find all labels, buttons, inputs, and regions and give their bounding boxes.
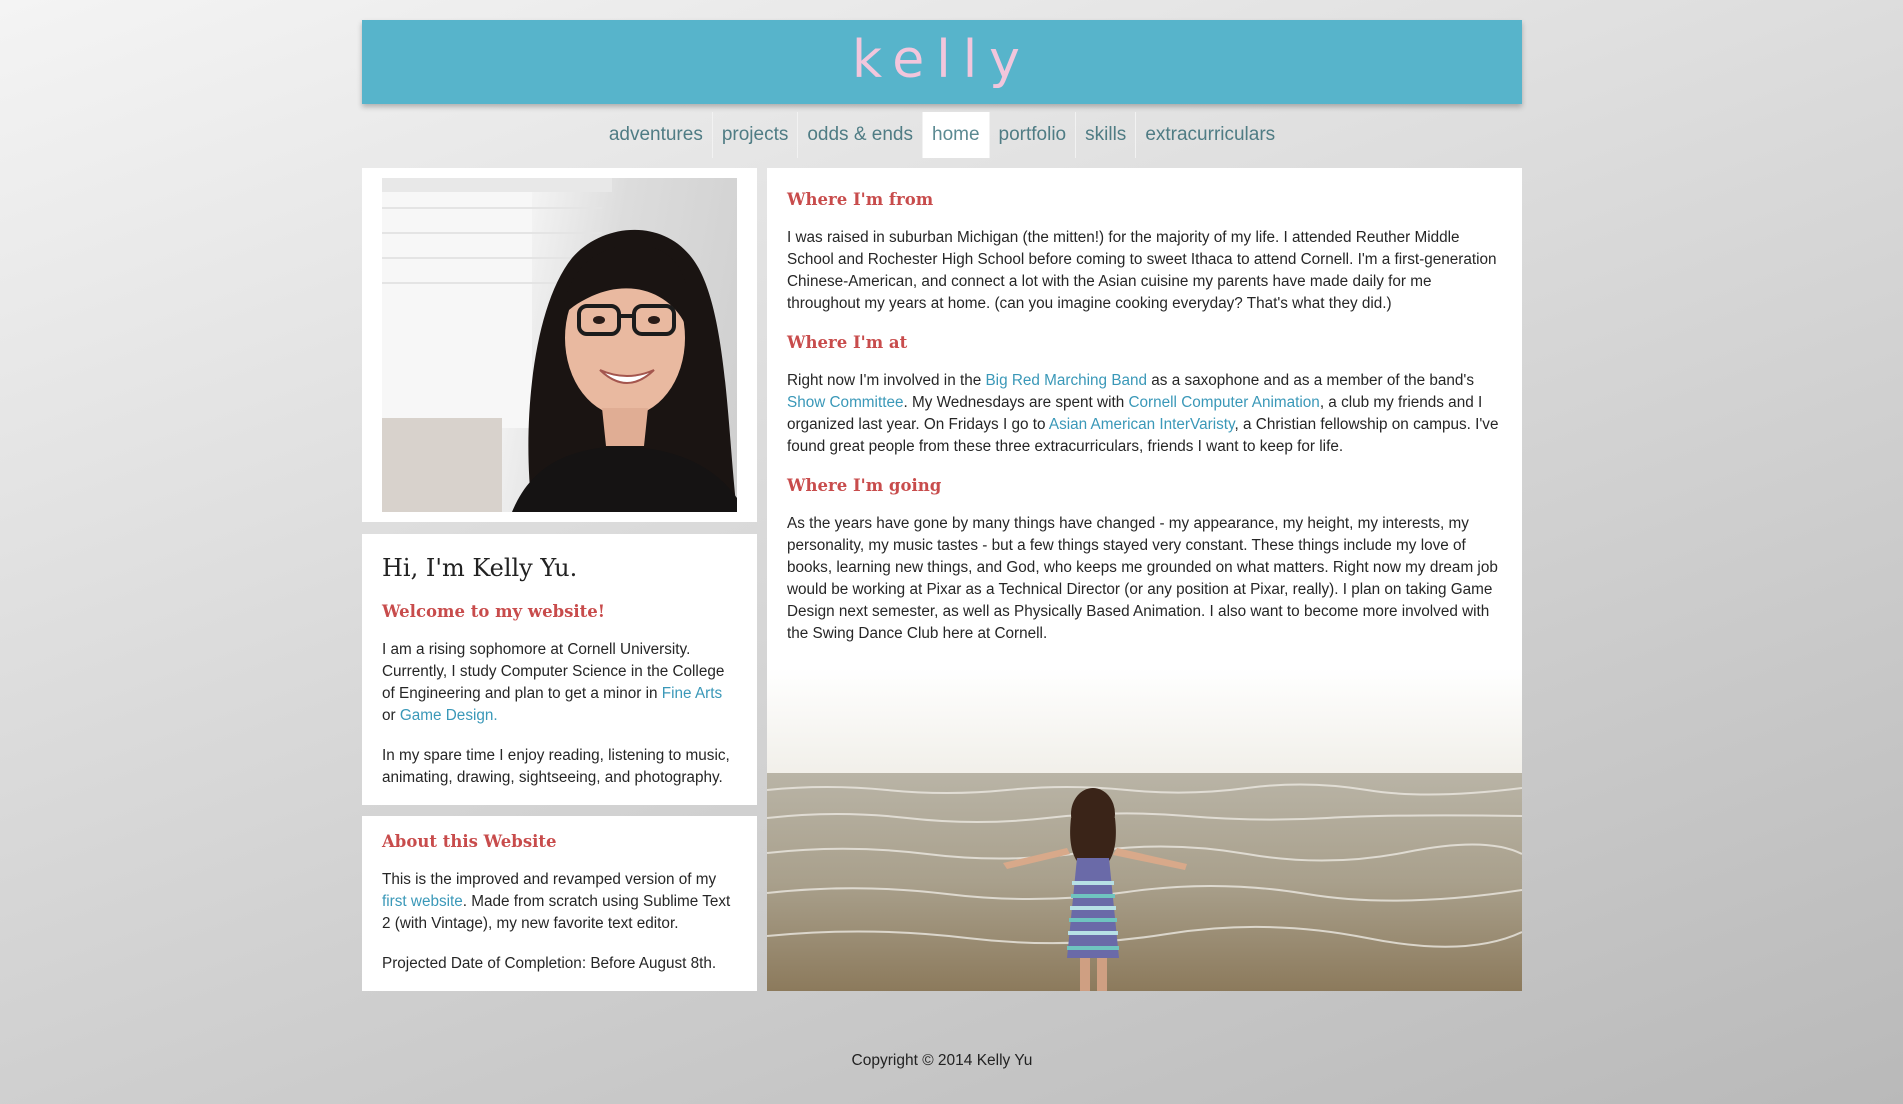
show-committee-link[interactable]: Show Committee <box>787 394 903 411</box>
where-at-text-1: Right now I'm involved in the <box>787 372 986 389</box>
where-at-heading: Where I'm at <box>787 333 908 352</box>
marching-band-link[interactable]: Big Red Marching Band <box>985 372 1147 389</box>
main-content-panel: Where I'm from I was raised in suburban … <box>767 168 1522 991</box>
welcome-heading: Welcome to my website! <box>382 602 606 621</box>
nav-item-skills[interactable]: skills <box>1075 112 1135 158</box>
where-at-paragraph: Right now I'm involved in the Big Red Ma… <box>787 370 1504 458</box>
where-going-paragraph: As the years have gone by many things ha… <box>787 515 1498 642</box>
site-header: kelly <box>362 20 1522 104</box>
where-at-text-3: . My Wednesdays are spent with <box>903 394 1129 411</box>
where-from-heading: Where I'm from <box>787 190 934 209</box>
completion-date: Projected Date of Completion: Before Aug… <box>382 955 717 972</box>
greeting-heading: Hi, I'm Kelly Yu. <box>382 554 578 582</box>
about-text: This is the improved and revamped versio… <box>382 871 717 888</box>
intro-text-or: or <box>382 707 400 724</box>
nav-item-odds-and-ends[interactable]: odds & ends <box>797 112 922 158</box>
about-heading: About this Website <box>382 832 557 851</box>
intro-panel: Hi, I'm Kelly Yu. Welcome to my website!… <box>362 534 757 805</box>
game-design-link[interactable]: Game Design. <box>400 707 498 724</box>
nav-item-adventures[interactable]: adventures <box>600 112 712 158</box>
about-paragraph: This is the improved and revamped versio… <box>382 869 737 935</box>
beach-photo <box>767 668 1522 991</box>
about-panel: About this Website This is the improved … <box>362 816 757 991</box>
intro-paragraph: I am a rising sophomore at Cornell Unive… <box>382 639 737 727</box>
where-from-paragraph: I was raised in suburban Michigan (the m… <box>787 229 1497 312</box>
copyright-text: Copyright © 2014 Kelly Yu <box>851 1052 1033 1069</box>
nav-item-portfolio[interactable]: portfolio <box>988 112 1076 158</box>
profile-photo-panel <box>362 168 757 522</box>
where-at-text-2: as a saxophone and as a member of the ba… <box>1147 372 1474 389</box>
nav-item-extracurriculars[interactable]: extracurriculars <box>1135 112 1284 158</box>
computer-animation-link[interactable]: Cornell Computer Animation <box>1129 394 1320 411</box>
first-website-link[interactable]: first website <box>382 893 463 910</box>
main-nav: adventures projects odds & ends home por… <box>362 112 1522 158</box>
intervarsity-link[interactable]: Asian American InterVaristy <box>1049 416 1235 433</box>
where-going-heading: Where I'm going <box>787 476 942 495</box>
footer: Copyright © 2014 Kelly Yu <box>362 1052 1522 1070</box>
nav-item-projects[interactable]: projects <box>711 112 798 158</box>
profile-photo <box>382 178 737 512</box>
fine-arts-link[interactable]: Fine Arts <box>662 685 722 702</box>
hobbies-paragraph: In my spare time I enjoy reading, listen… <box>382 747 730 786</box>
nav-item-home[interactable]: home <box>922 112 989 158</box>
site-title[interactable]: kelly <box>852 34 1032 86</box>
